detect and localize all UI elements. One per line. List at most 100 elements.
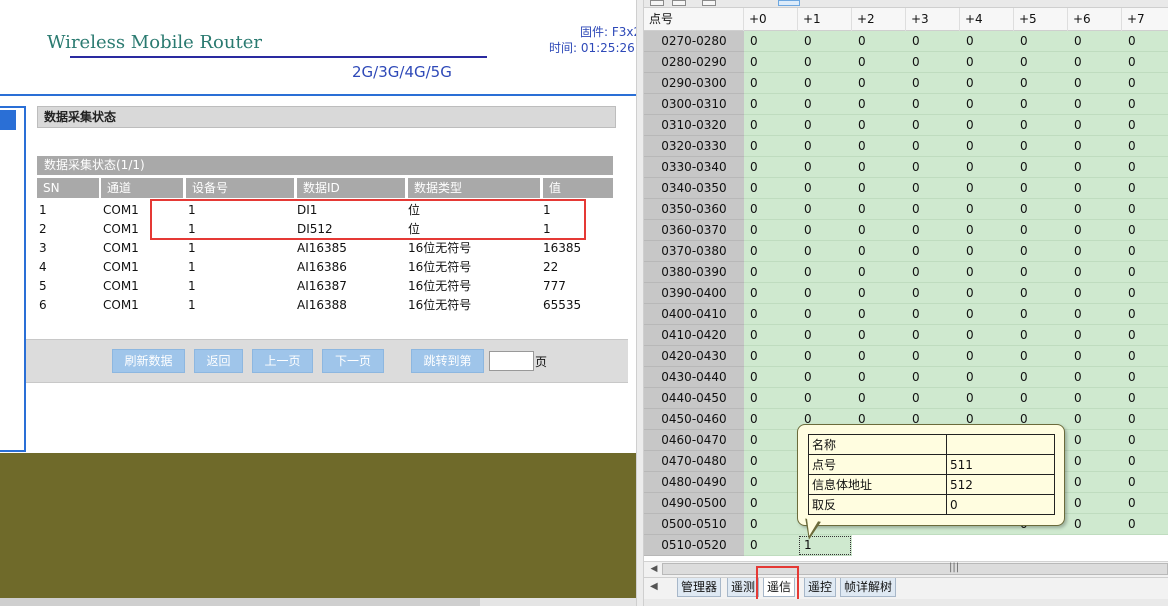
grid-cell[interactable]: 0 [744, 388, 798, 409]
grid-cell[interactable]: 0 [744, 283, 798, 304]
grid-cell[interactable]: 0 [906, 94, 960, 115]
grid-cell[interactable]: 0 [798, 199, 852, 220]
grid-cell[interactable]: 0 [960, 199, 1014, 220]
grid-cell[interactable]: 0 [798, 94, 852, 115]
scroll-left-arrow-icon[interactable]: ◀ [648, 563, 660, 575]
grid-cell[interactable]: 0 [1068, 304, 1122, 325]
grid-cell[interactable]: 0 [906, 304, 960, 325]
grid-cell[interactable]: 0 [744, 304, 798, 325]
grid-cell[interactable]: 0 [744, 220, 798, 241]
grid-cell[interactable]: 0 [1014, 325, 1068, 346]
grid-cell[interactable]: 0 [1068, 115, 1122, 136]
grid-cell[interactable]: 0 [852, 178, 906, 199]
grid-cell[interactable]: 0 [1014, 283, 1068, 304]
grid-cell[interactable]: 0 [1122, 283, 1168, 304]
pane-divider[interactable] [636, 0, 644, 606]
grid-cell[interactable]: 0 [744, 451, 798, 472]
grid-cell[interactable]: 0 [1122, 136, 1168, 157]
next-page-button[interactable]: 下一页 [322, 349, 384, 373]
toolbar-icon[interactable] [650, 0, 664, 6]
grid-cell[interactable]: 0 [744, 241, 798, 262]
grid-cell[interactable]: 0 [852, 388, 906, 409]
grid-cell[interactable]: 0 [744, 472, 798, 493]
prev-page-button[interactable]: 上一页 [252, 349, 313, 373]
grid-cell[interactable]: 0 [798, 178, 852, 199]
grid-cell[interactable] [906, 535, 960, 556]
grid-cell[interactable]: 0 [852, 220, 906, 241]
grid-cell[interactable]: 0 [744, 178, 798, 199]
grid-cell[interactable]: 0 [1068, 493, 1122, 514]
grid-cell[interactable]: 0 [1122, 73, 1168, 94]
grid-cell[interactable]: 0 [960, 367, 1014, 388]
grid-cell[interactable]: 0 [1068, 178, 1122, 199]
grid-cell[interactable]: 0 [744, 430, 798, 451]
grid-cell[interactable]: 0 [906, 325, 960, 346]
grid-cell[interactable]: 0 [744, 94, 798, 115]
grid-cell[interactable]: 0 [1122, 472, 1168, 493]
grid-cell[interactable]: 0 [744, 157, 798, 178]
grid-cell[interactable]: 0 [960, 304, 1014, 325]
grid-cell[interactable]: 0 [1068, 262, 1122, 283]
grid-cell[interactable]: 0 [1068, 199, 1122, 220]
grid-cell[interactable]: 0 [1068, 514, 1122, 535]
toolbar-icon[interactable] [702, 0, 716, 6]
grid-cell[interactable]: 0 [744, 409, 798, 430]
grid-cell[interactable]: 0 [744, 514, 798, 535]
grid-cell[interactable]: 0 [1068, 283, 1122, 304]
grid-cell[interactable]: 0 [906, 241, 960, 262]
grid-cell[interactable]: 0 [1122, 157, 1168, 178]
grid-cell[interactable]: 0 [744, 115, 798, 136]
grid-cell[interactable]: 0 [1014, 94, 1068, 115]
left-scroll-thumb[interactable] [0, 598, 480, 606]
grid-cell[interactable]: 0 [1068, 472, 1122, 493]
grid-cell[interactable]: 0 [798, 73, 852, 94]
sidebar-active-item[interactable] [0, 110, 16, 130]
grid-cell[interactable]: 0 [906, 115, 960, 136]
grid-cell[interactable]: 0 [798, 31, 852, 52]
grid-cell[interactable]: 0 [1068, 451, 1122, 472]
grid-cell[interactable]: 0 [852, 325, 906, 346]
grid-cell[interactable]: 0 [1068, 157, 1122, 178]
grid-cell[interactable]: 0 [960, 220, 1014, 241]
grid-cell[interactable] [852, 535, 906, 556]
grid-cell[interactable]: 0 [906, 388, 960, 409]
grid-cell[interactable]: 0 [906, 220, 960, 241]
grid-cell[interactable] [1068, 535, 1122, 556]
grid-cell[interactable]: 0 [744, 52, 798, 73]
grid-cell[interactable]: 0 [798, 346, 852, 367]
grid-cell[interactable]: 0 [1068, 241, 1122, 262]
grid-cell[interactable]: 0 [798, 220, 852, 241]
refresh-data-button[interactable]: 刷新数据 [112, 349, 185, 373]
grid-cell[interactable]: 0 [1122, 241, 1168, 262]
grid-cell[interactable]: 0 [1014, 241, 1068, 262]
grid-cell[interactable]: 0 [852, 283, 906, 304]
back-button[interactable]: 返回 [194, 349, 243, 373]
grid-cell[interactable]: 0 [1014, 136, 1068, 157]
tab-frame-tree[interactable]: 帧详解树 [840, 578, 897, 597]
grid-cell[interactable]: 0 [960, 241, 1014, 262]
grid-cell[interactable]: 0 [1122, 199, 1168, 220]
jump-to-page-button[interactable]: 跳转到第 [411, 349, 484, 373]
grid-cell[interactable]: 0 [1068, 31, 1122, 52]
grid-cell[interactable]: 0 [852, 115, 906, 136]
grid-cell[interactable]: 0 [960, 157, 1014, 178]
grid-cell[interactable]: 0 [798, 262, 852, 283]
grid-cell[interactable]: 0 [960, 388, 1014, 409]
grid-cell[interactable]: 0 [1014, 367, 1068, 388]
grid-cell[interactable]: 0 [798, 157, 852, 178]
grid-cell[interactable]: 0 [906, 52, 960, 73]
grid-cell[interactable]: 0 [744, 325, 798, 346]
grid-cell[interactable]: 0 [744, 535, 798, 556]
grid-cell[interactable]: 0 [798, 325, 852, 346]
grid-cell[interactable]: 0 [798, 367, 852, 388]
tab-telemetry[interactable]: 遥测 [727, 578, 760, 597]
grid-cell[interactable]: 0 [1122, 514, 1168, 535]
grid-cell[interactable]: 0 [744, 136, 798, 157]
grid-cell[interactable]: 0 [960, 262, 1014, 283]
grid-cell[interactable]: 0 [852, 73, 906, 94]
grid-cell[interactable]: 0 [960, 115, 1014, 136]
grid-cell[interactable]: 0 [1068, 388, 1122, 409]
grid-cell[interactable]: 0 [744, 262, 798, 283]
grid-cell[interactable]: 0 [744, 346, 798, 367]
grid-cell[interactable]: 0 [1014, 157, 1068, 178]
